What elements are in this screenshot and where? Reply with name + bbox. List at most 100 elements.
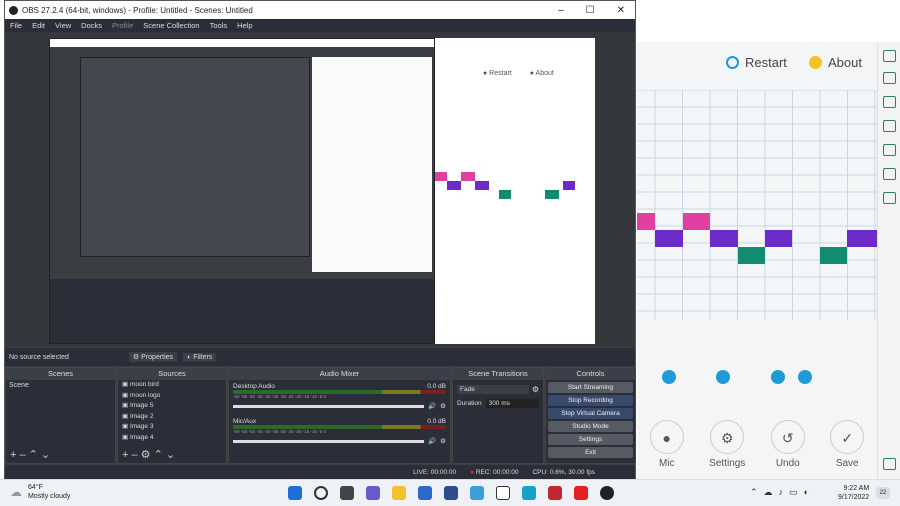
exit-button[interactable]: Exit xyxy=(548,447,633,458)
menu-tools[interactable]: Tools xyxy=(210,21,228,30)
start-icon[interactable] xyxy=(288,486,302,500)
note-block xyxy=(710,230,738,247)
beat-dot xyxy=(716,370,730,384)
scene-controls[interactable]: + – ⌃ ⌄ xyxy=(10,448,50,461)
volume-meter xyxy=(233,390,446,394)
stop-virtual-camera-button[interactable]: Stop Virtual Camera xyxy=(548,408,633,419)
mic-icon: ● xyxy=(649,420,684,454)
start-streaming-button[interactable]: Start Streaming xyxy=(548,382,633,393)
obs-taskbar-icon[interactable] xyxy=(600,486,614,500)
settings-button[interactable]: Settings xyxy=(548,434,633,445)
speaker-icon[interactable]: 🔊 xyxy=(428,437,436,445)
list-item[interactable]: ▣ Image 2 xyxy=(122,412,226,423)
app-icon[interactable] xyxy=(444,486,458,500)
add-icon[interactable] xyxy=(883,192,896,204)
minimize-icon[interactable]: – xyxy=(558,5,564,16)
beat-dot xyxy=(662,370,676,384)
scenes-dock: Scenes Scene + – ⌃ ⌄ xyxy=(5,367,116,464)
properties-button[interactable]: ⚙ Properties xyxy=(128,352,178,362)
teams-icon[interactable] xyxy=(366,486,380,500)
list-item[interactable]: ▣ Image 5 xyxy=(122,401,226,412)
undo-icon: ↺ xyxy=(770,420,805,454)
studio-mode-button[interactable]: Studio Mode xyxy=(548,421,633,432)
source-toolbar: No source selected ⚙ Properties ◐ Filter… xyxy=(5,348,635,366)
note-grid xyxy=(637,90,877,384)
menu-bar: File Edit View Docks Profile Scene Colle… xyxy=(5,19,635,32)
folder-icon[interactable] xyxy=(392,486,406,500)
system-tray-icons[interactable]: ⌃☁♪▭◐ xyxy=(750,487,815,498)
gear-icon[interactable]: ⚙ xyxy=(440,437,446,445)
captured-app-view: ● Restart ● About xyxy=(435,38,595,344)
outlook-icon[interactable] xyxy=(883,168,896,180)
amazon-icon[interactable] xyxy=(496,486,510,500)
save-button[interactable]: ✓ Save xyxy=(830,420,865,475)
note-block xyxy=(637,213,655,230)
edge-icon[interactable] xyxy=(522,486,536,500)
menu-edit[interactable]: Edit xyxy=(32,21,45,30)
menu-file[interactable]: File xyxy=(10,21,22,30)
notification-badge[interactable]: 22 xyxy=(876,487,890,499)
title-bar: OBS 27.2.4 (64-bit, windows) - Profile: … xyxy=(5,1,635,19)
briefcase-icon[interactable] xyxy=(883,96,896,108)
office-icon[interactable] xyxy=(883,144,896,156)
about-button[interactable]: About xyxy=(803,55,868,75)
gear-icon: ⚙ xyxy=(710,420,745,454)
stop-recording-button[interactable]: Stop Recording xyxy=(548,395,633,406)
weather-widget[interactable]: ☁ 64°F Mostly cloudy xyxy=(10,483,70,501)
gear-icon[interactable] xyxy=(883,458,896,470)
clock[interactable]: 9:22 AM 9/17/2022 xyxy=(838,484,869,502)
taskbar: ☁ 64°F Mostly cloudy ⌃☁♪▭◐ 9:22 AM 9/17/20… xyxy=(0,479,900,506)
volume-slider[interactable] xyxy=(233,439,425,443)
recursive-capture xyxy=(49,38,435,344)
scene-item[interactable]: Scene xyxy=(6,380,115,391)
search-icon[interactable] xyxy=(314,486,328,500)
tag-icon[interactable] xyxy=(883,72,896,84)
note-block xyxy=(738,247,765,264)
preview-canvas[interactable]: ● Restart ● About xyxy=(5,32,635,347)
menu-profile[interactable]: Profile xyxy=(112,21,133,30)
obs-logo-icon xyxy=(9,5,18,15)
mcafee-icon[interactable] xyxy=(548,486,562,500)
volume-slider[interactable] xyxy=(233,404,425,408)
duration-input[interactable]: 300 ms xyxy=(485,399,539,408)
menu-help[interactable]: Help xyxy=(237,21,252,30)
settings-button[interactable]: ⚙ Settings xyxy=(709,420,745,475)
transition-select[interactable]: Fade xyxy=(457,385,529,394)
status-bar: LIVE: 00:00:00 ● REC: 00:00:00 CPU: 0.6%… xyxy=(5,465,635,479)
youtube-icon[interactable] xyxy=(574,486,588,500)
note-block xyxy=(655,230,683,247)
audio-mixer-dock: Audio Mixer Desktop Audio 0.0 dB -60 -55 … xyxy=(228,367,451,464)
beat-dot xyxy=(798,370,812,384)
menu-view[interactable]: View xyxy=(55,21,71,30)
note-block xyxy=(683,213,710,230)
list-item[interactable]: ▣ moon logo xyxy=(122,391,226,402)
task-view-icon[interactable] xyxy=(340,486,354,500)
source-controls[interactable]: + – ⚙ ⌃ ⌄ xyxy=(122,448,175,461)
gear-icon[interactable]: ⚙ xyxy=(440,402,446,410)
games-icon[interactable] xyxy=(883,120,896,132)
browser-sidebar xyxy=(877,42,900,479)
list-item[interactable]: ▣ Image 3 xyxy=(122,422,226,433)
gear-icon[interactable]: ⚙ xyxy=(532,385,539,394)
app-l-icon[interactable] xyxy=(470,486,484,500)
rec-status: ● REC: 00:00:00 xyxy=(470,468,519,476)
restart-button[interactable]: Restart xyxy=(720,55,793,75)
mic-button[interactable]: ● Mic xyxy=(649,420,684,475)
store-icon[interactable] xyxy=(418,486,432,500)
filters-button[interactable]: ◐ Filters xyxy=(183,352,217,362)
search-icon[interactable] xyxy=(883,50,896,62)
sources-dock: Sources ▣ moon bird ▣ moon logo ▣ Image … xyxy=(117,367,227,464)
cloud-icon: ☁ xyxy=(10,485,22,499)
close-icon[interactable]: ✕ xyxy=(617,5,625,16)
speaker-icon[interactable]: 🔊 xyxy=(428,402,436,410)
maximize-icon[interactable]: ☐ xyxy=(586,5,595,16)
captured-notes xyxy=(435,172,575,202)
list-item[interactable]: ▣ moon bird xyxy=(122,380,226,391)
note-block xyxy=(765,230,792,247)
undo-button[interactable]: ↺ Undo xyxy=(770,420,805,475)
list-item[interactable]: ▣ Image 4 xyxy=(122,433,226,444)
menu-scene-collection[interactable]: Scene Collection xyxy=(143,21,199,30)
note-block xyxy=(847,230,877,247)
menu-docks[interactable]: Docks xyxy=(81,21,102,30)
controls-dock: Controls Start Streaming Stop Recording … xyxy=(545,367,636,464)
